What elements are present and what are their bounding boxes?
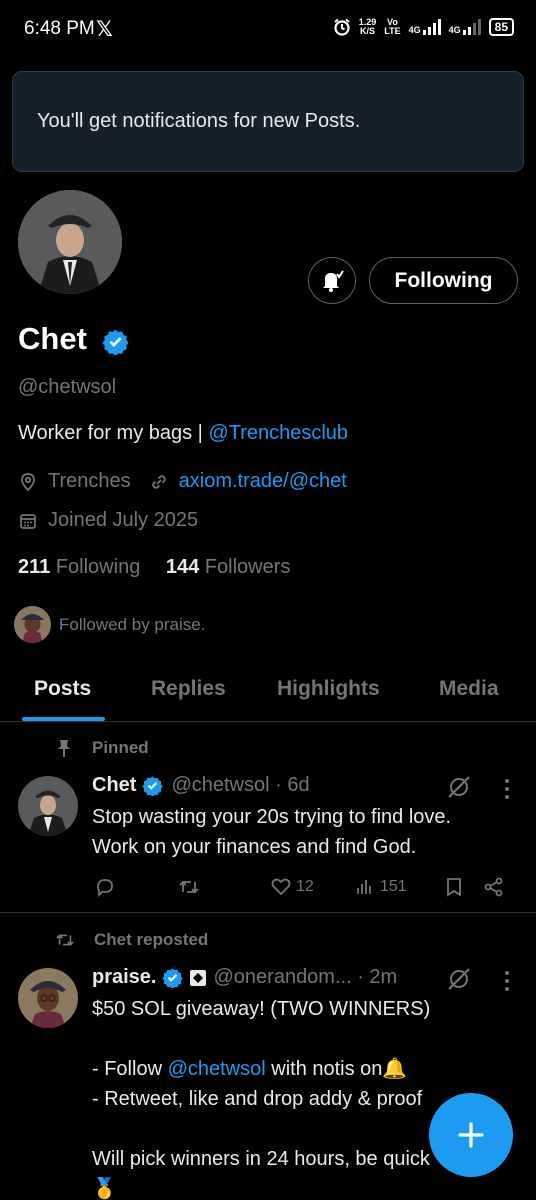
tab-posts[interactable]: Posts [34,677,91,701]
more-options-icon[interactable] [502,970,512,992]
grok-icon[interactable] [446,966,472,992]
post-text: Stop wasting your 20s trying to find lov… [92,806,452,858]
bio-link[interactable]: @Trenchesclub [208,422,348,444]
verified-badge-icon [142,776,164,796]
status-bar: 6:48 PM 𝕏 1.29 K/S Vo LTE 4G 4G 85 [0,0,536,60]
more-options-icon[interactable] [502,778,512,800]
signal-1-icon: 4G [409,19,441,35]
verified-badge-icon [162,968,184,988]
like-button[interactable]: 12 [270,876,314,898]
repost-icon [179,880,199,894]
share-button[interactable] [483,876,505,898]
post-handle-time: @chetwsol · 6d [171,774,310,796]
battery-icon: 85 [488,18,514,36]
view-count: 151 [380,878,407,895]
heart-icon [271,878,291,896]
post-actions: 12 151 [92,872,512,902]
active-tab-indicator [22,717,105,721]
views-icon [357,880,371,894]
like-count: 12 [296,878,314,895]
post-handle-time: @onerandom... · 2m [213,966,398,988]
status-time: 6:48 PM [24,18,95,39]
post-avatar[interactable] [18,968,78,1028]
link-icon [151,474,166,489]
following-count-link[interactable]: 211 Following [18,556,140,578]
post-author-name[interactable]: praise. [92,966,156,989]
location-pin-icon [21,472,35,491]
post-avatar[interactable] [18,776,78,836]
bookmark-icon [447,878,461,897]
post-author-name[interactable]: Chet [92,774,136,797]
verified-badge-icon [102,329,129,355]
pinned-label: Pinned [54,738,149,758]
views-button[interactable]: 151 [354,876,407,898]
followers-count-link[interactable]: 144 Followers [166,556,291,578]
volte-indicator: Vo LTE [384,17,401,36]
profile-name: Chet [18,321,87,356]
bookmark-button[interactable] [443,876,465,898]
share-icon [484,877,503,897]
compose-post-button[interactable] [429,1093,513,1177]
net-speed: 1.29 K/S [358,17,377,36]
alarm-icon [334,18,350,36]
following-button[interactable]: Following [369,257,518,304]
follow-counts: 211 Following 144 Followers [18,556,290,579]
signal-2-icon: 4G [449,19,481,35]
bell-check-icon [323,269,344,292]
reply-icon [97,879,113,898]
post-header: Chet @chetwsol · 6d [92,774,310,797]
status-icons: 1.29 K/S Vo LTE 4G 4G 85 [333,18,514,36]
profile-bio: Worker for my bags | @Trenchesclub [18,422,349,444]
profile-joined: Joined July 2025 [18,509,198,532]
repost-label: Chet reposted [54,930,208,950]
followed-by[interactable]: Followed by praise. [14,606,205,643]
affiliate-badge-icon [190,969,207,986]
profile-location: Trenches [48,470,131,492]
x-logo-icon: 𝕏 [96,18,113,41]
repost-icon [56,934,74,946]
calendar-icon [20,513,36,529]
profile-handle: @chetwsol [18,376,117,398]
profile-meta-location-website: Trenches axiom.trade/@chet [18,470,347,493]
profile-avatar[interactable] [18,190,122,294]
grok-icon[interactable] [446,774,472,800]
post-divider [0,912,536,913]
plus-icon [458,1122,484,1148]
pin-icon [58,740,70,757]
notification-toast: You'll get notifications for new Posts. [12,71,524,172]
profile-tabs: Posts Replies Highlights Media [0,660,536,722]
reply-button[interactable] [94,876,116,898]
tab-highlights[interactable]: Highlights [277,677,380,701]
post-header: praise. @onerandom... · 2m [92,966,397,989]
mention-link[interactable]: @chetwsol [168,1058,266,1080]
follower-avatar [14,606,51,643]
toast-text: You'll get notifications for new Posts. [37,110,361,132]
notification-bell-button[interactable] [308,257,356,304]
repost-button[interactable] [178,876,200,898]
tab-replies[interactable]: Replies [151,677,226,701]
profile-website-link[interactable]: axiom.trade/@chet [179,470,347,493]
tab-media[interactable]: Media [439,677,499,701]
